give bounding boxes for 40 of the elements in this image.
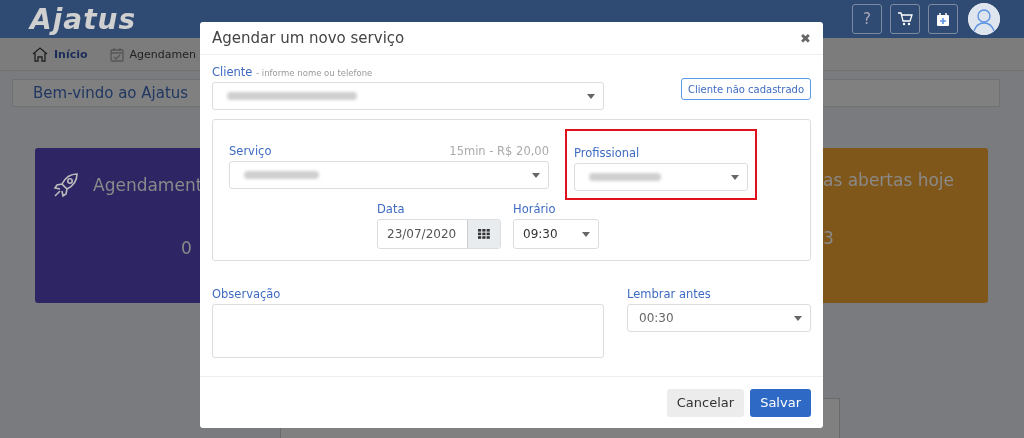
help-button[interactable]: ? <box>852 4 882 34</box>
dialog-title: Agendar um novo serviço <box>212 29 405 47</box>
blurred-value-drawing <box>589 173 661 181</box>
calendar-add-button[interactable] <box>928 4 958 34</box>
remind-label: Lembrar antes <box>627 287 712 301</box>
caret-icon <box>532 172 540 178</box>
date-field[interactable]: 23/07/2020 <box>377 219 501 249</box>
card-value: 0 <box>180 238 193 258</box>
logo[interactable]: Ajatus <box>30 2 137 36</box>
caret-icon <box>794 315 802 321</box>
nav-tab[interactable]: Início <box>32 46 88 62</box>
card-value: 3 <box>823 228 835 248</box>
date-label: Data <box>377 202 406 216</box>
professional-label: Profissional <box>574 146 641 160</box>
client-label: Cliente - informe nome ou telefone <box>212 65 374 79</box>
home-icon <box>32 46 48 62</box>
service-price: 15min - R$ 20,00 <box>449 144 549 160</box>
avatar-icon[interactable] <box>968 3 1000 35</box>
new-client-button[interactable]: Cliente não cadastrado <box>681 78 811 100</box>
note-field[interactable] <box>212 304 604 358</box>
caret-icon <box>731 174 739 180</box>
time-label: Horário <box>513 202 557 216</box>
close-button[interactable]: ✖ <box>800 30 811 46</box>
calendar-plus-icon <box>936 11 950 27</box>
cancel-button[interactable]: Cancelar <box>666 388 745 417</box>
save-button[interactable]: Salvar <box>750 388 811 417</box>
remind-select[interactable]: 00:30 <box>627 304 811 332</box>
rocket-icon <box>51 170 81 200</box>
caret-icon <box>587 93 595 99</box>
service-label: Serviço <box>229 144 272 158</box>
note-label: Observação <box>212 287 282 301</box>
calendar-icon <box>109 46 124 62</box>
caret-icon <box>582 231 590 237</box>
cart-button[interactable] <box>890 4 920 34</box>
card-title: as abertas hoje <box>823 170 955 190</box>
card-title: Agendament <box>93 175 203 195</box>
grid-icon[interactable] <box>478 229 490 239</box>
nav-tab[interactable]: Agendamen <box>109 46 196 62</box>
cart-icon <box>897 12 913 26</box>
time-select[interactable]: 09:30 <box>513 219 599 249</box>
